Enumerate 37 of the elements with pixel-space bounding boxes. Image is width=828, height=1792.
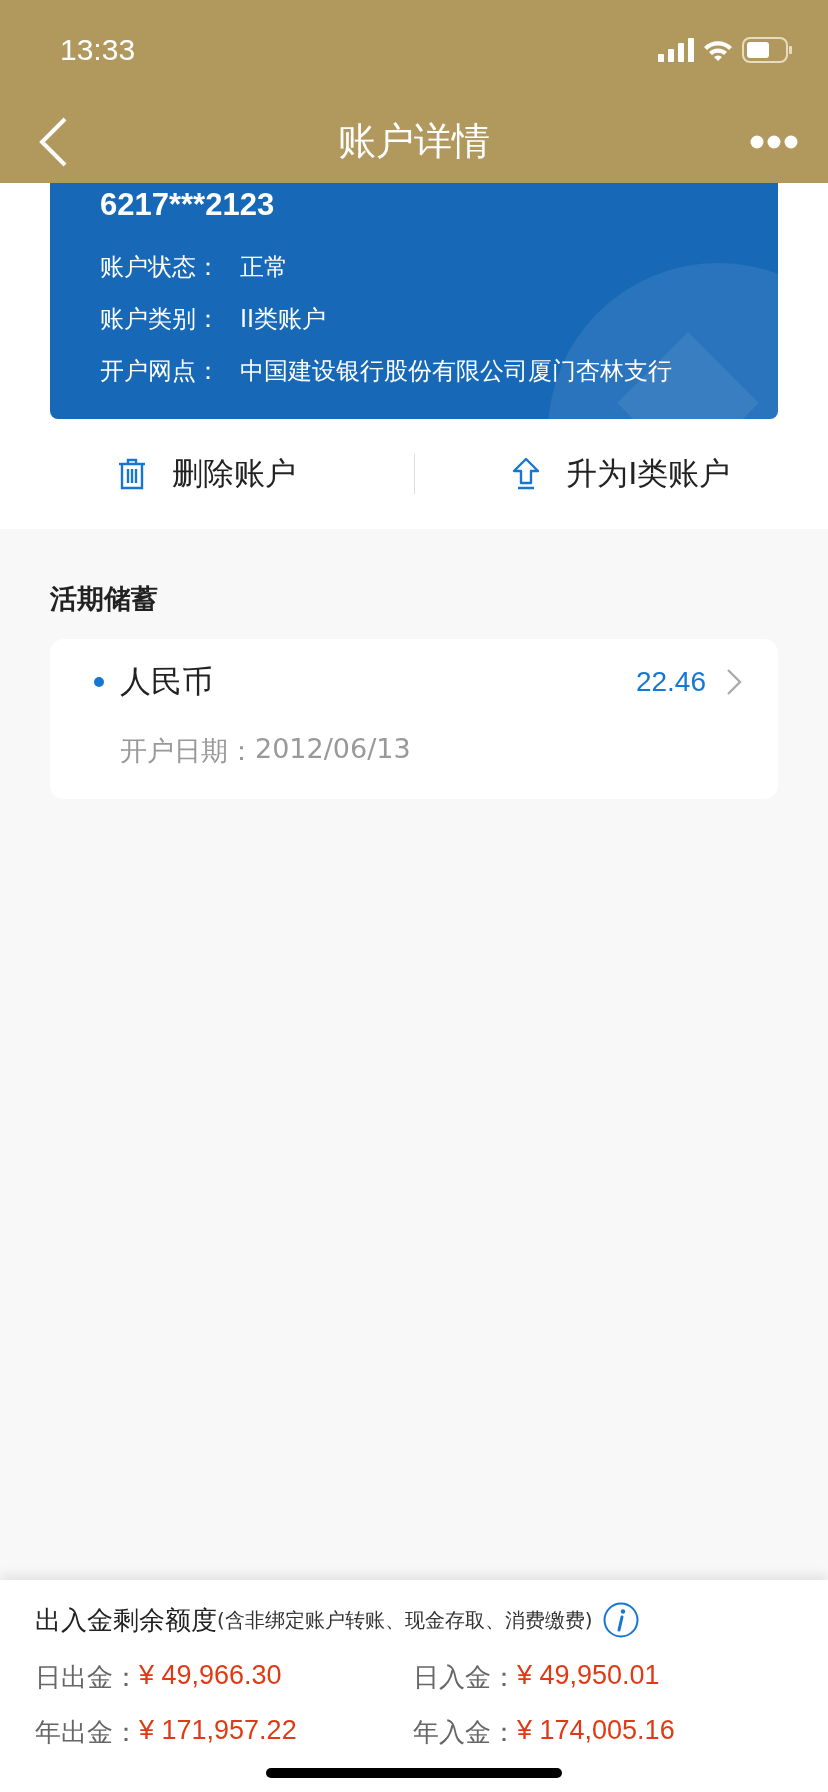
limit-label: 日出金：: [35, 1661, 139, 1694]
account-number: 6217***2123: [100, 187, 275, 223]
balance-amount: 22.46: [635, 666, 706, 698]
limit-amount: ¥ 49,950.01: [517, 1660, 660, 1692]
account-item[interactable]: 人民币 22.46 开户日期：2012/06/13: [50, 639, 778, 799]
status-time: 13:33: [60, 33, 136, 67]
signal-icon: [658, 38, 694, 62]
limit-amount: ¥ 171,957.22: [139, 1715, 297, 1747]
limit-label: 年入金：: [413, 1716, 517, 1749]
field-label: 账户类别：: [100, 304, 221, 335]
chevron-icon: [726, 668, 742, 696]
back-icon[interactable]: [38, 115, 68, 168]
bullet-icon: [94, 677, 104, 687]
field-value: 正常: [240, 252, 289, 283]
limits-title: 出入金剩余额度: [35, 1603, 217, 1637]
limit-amount: ¥ 174,005.16: [517, 1715, 675, 1747]
field-value: 中国建设银行股份有限公司厦门杏林支行: [240, 356, 673, 387]
field-label: 开户网点：: [100, 356, 221, 387]
battery-icon: [742, 37, 792, 63]
date-label: 开户日期：: [120, 734, 255, 768]
limit-label: 年出金：: [35, 1716, 139, 1749]
wifi-icon: [702, 38, 734, 62]
action-button[interactable]: 升为I类账户: [512, 453, 731, 495]
limit-amount: ¥ 49,966.30: [139, 1660, 282, 1692]
currency-name: 人民币: [120, 662, 214, 701]
open-date: 2012/06/13: [255, 733, 411, 766]
up-arrow-icon: [512, 457, 541, 491]
limits-note: (含非绑定账户转账、现金存取、消费缴费): [217, 1606, 593, 1634]
info-icon[interactable]: [602, 1602, 639, 1638]
field-label: 账户状态：: [100, 252, 221, 283]
trash-icon: [117, 458, 146, 490]
action-button[interactable]: 删除账户: [117, 453, 296, 495]
field-value: II类账户: [240, 304, 328, 335]
page-title: 账户详情: [338, 118, 490, 165]
more-icon[interactable]: [750, 134, 798, 149]
limit-label: 日入金：: [413, 1661, 517, 1694]
section-title: 活期储蓄: [50, 582, 158, 616]
